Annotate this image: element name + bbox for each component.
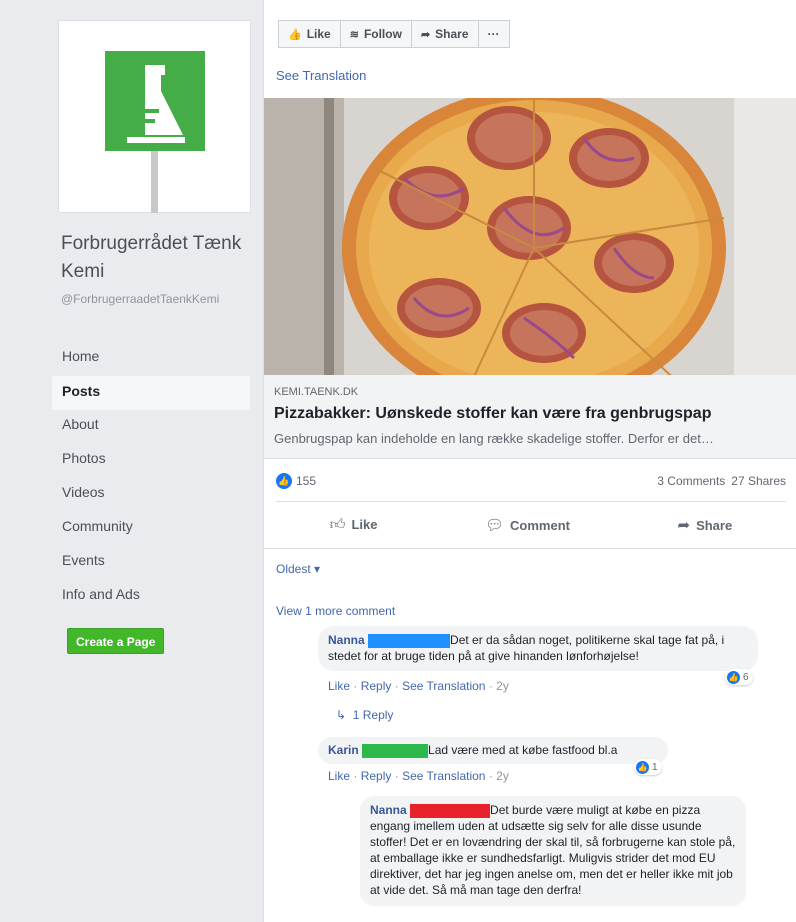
- redaction-bar: [410, 803, 491, 818]
- comment-reaction-count[interactable]: 👍 6: [725, 669, 753, 685]
- comments-count[interactable]: 3 Comments: [657, 474, 725, 488]
- comment-icon: 💬︎: [484, 517, 505, 534]
- page-like-button[interactable]: 👍 Like: [278, 20, 341, 48]
- nav-item-community[interactable]: Community: [52, 512, 250, 546]
- comment-meta: Like · Reply · See Translation · 2y: [328, 679, 509, 693]
- comment-bubble: Karin Lad være med at købe fastfood bl.a: [318, 737, 668, 764]
- comment-translation-link[interactable]: See Translation: [402, 769, 485, 783]
- comment-bubble: Nanna Det er da sådan noget, politikerne…: [318, 626, 758, 671]
- nav-item-events[interactable]: Events: [52, 546, 250, 580]
- page-name[interactable]: Forbrugerrådet Tænk Kemi: [61, 230, 261, 286]
- nav-item-posts[interactable]: Posts: [52, 376, 250, 410]
- share-arrow-icon: ➦: [420, 28, 431, 41]
- link-description: Genbrugspap kan indeholde en lang række …: [274, 431, 714, 446]
- pizza-photo-icon: [264, 98, 796, 375]
- share-icon: ➦: [677, 517, 691, 534]
- divider: [276, 501, 786, 502]
- comment-button[interactable]: 💬︎ Comment: [485, 516, 570, 534]
- comment-age: 2y: [496, 769, 509, 783]
- comment-text: Lad være med at købe fastfood bl.a: [428, 743, 618, 757]
- reaction-count[interactable]: 155: [296, 474, 316, 488]
- view-replies-link[interactable]: ↳ 1 Reply: [336, 708, 393, 722]
- logo-stem: [151, 151, 158, 213]
- link-preview[interactable]: KEMI.TAENK.DK Pizzabakker: Uønskede stof…: [264, 375, 796, 459]
- page-profile-picture[interactable]: [58, 20, 251, 213]
- comment-author[interactable]: Nanna: [370, 803, 407, 817]
- rss-icon: ≋: [349, 28, 359, 41]
- post-column: 👍 Like ≋ Follow ➦ Share ··· See Translat…: [263, 0, 796, 922]
- like-reaction-icon: 👍: [276, 473, 292, 489]
- link-domain: KEMI.TAENK.DK: [274, 386, 359, 398]
- thumbs-up-icon: 👍: [288, 28, 302, 41]
- nav-item-videos[interactable]: Videos: [52, 478, 250, 512]
- page-handle[interactable]: @ForbrugerraadetTaenkKemi: [61, 292, 261, 307]
- reply-arrow-icon: ↳: [336, 708, 353, 722]
- page-follow-button[interactable]: ≋ Follow: [339, 20, 412, 48]
- comment-bubble: Nanna Det burde være muligt at købe en p…: [360, 796, 746, 906]
- nav-item-home[interactable]: Home: [52, 342, 250, 376]
- comment-text: Det burde være muligt at købe en pizza e…: [370, 803, 736, 897]
- comment-like-link[interactable]: Like: [328, 769, 350, 783]
- comment-sort-dropdown[interactable]: Oldest ▾: [276, 562, 320, 576]
- comment-meta: Like · Reply · See Translation · 2y: [328, 769, 509, 783]
- post-actions: 👍︎ Like 💬︎ Comment ➦ Share: [276, 506, 786, 544]
- redaction-bar: [362, 743, 429, 758]
- like-reaction-icon: 👍: [636, 760, 649, 774]
- flask-logo-icon: [105, 51, 205, 151]
- page-share-button[interactable]: ➦ Share: [410, 20, 479, 48]
- shares-count[interactable]: 27 Shares: [731, 474, 786, 488]
- comment-like-link[interactable]: Like: [328, 679, 350, 693]
- comment-reply-link[interactable]: Reply: [361, 769, 392, 783]
- like-button[interactable]: 👍︎ Like: [330, 516, 378, 534]
- share-button[interactable]: ➦ Share: [677, 516, 732, 534]
- redaction-bar: [368, 633, 451, 648]
- comment-author[interactable]: Karin: [328, 743, 359, 757]
- more-options-button[interactable]: ···: [477, 20, 510, 48]
- comment-author[interactable]: Nanna: [328, 633, 365, 647]
- left-sidebar: Forbrugerrådet Tænk Kemi @Forbrugerraade…: [10, 0, 262, 922]
- view-more-comments-link[interactable]: View 1 more comment: [276, 604, 395, 618]
- link-title[interactable]: Pizzabakker: Uønskede stoffer kan være f…: [274, 405, 711, 423]
- comment-reply-link[interactable]: Reply: [361, 679, 392, 693]
- nav-item-info-and-ads[interactable]: Info and Ads: [52, 580, 250, 614]
- comment-reaction-count[interactable]: 👍 1: [634, 759, 662, 775]
- thumbs-up-outline-icon: 👍︎: [329, 516, 346, 533]
- nav-item-about[interactable]: About: [52, 410, 250, 444]
- page-action-bar: 👍 Like ≋ Follow ➦ Share ···: [278, 20, 510, 48]
- see-translation-link[interactable]: See Translation: [276, 68, 366, 83]
- like-reaction-icon: 👍: [727, 670, 740, 684]
- comment-age: 2y: [496, 679, 509, 693]
- reactions-summary: 👍 155 3 Comments 27 Shares: [276, 472, 786, 490]
- comment-translation-link[interactable]: See Translation: [402, 679, 485, 693]
- divider: [264, 548, 796, 549]
- create-page-button[interactable]: Create a Page: [67, 628, 165, 654]
- post-image[interactable]: [264, 98, 796, 375]
- nav-item-photos[interactable]: Photos: [52, 444, 250, 478]
- page-nav: Home Posts About Photos Videos Community…: [52, 342, 250, 614]
